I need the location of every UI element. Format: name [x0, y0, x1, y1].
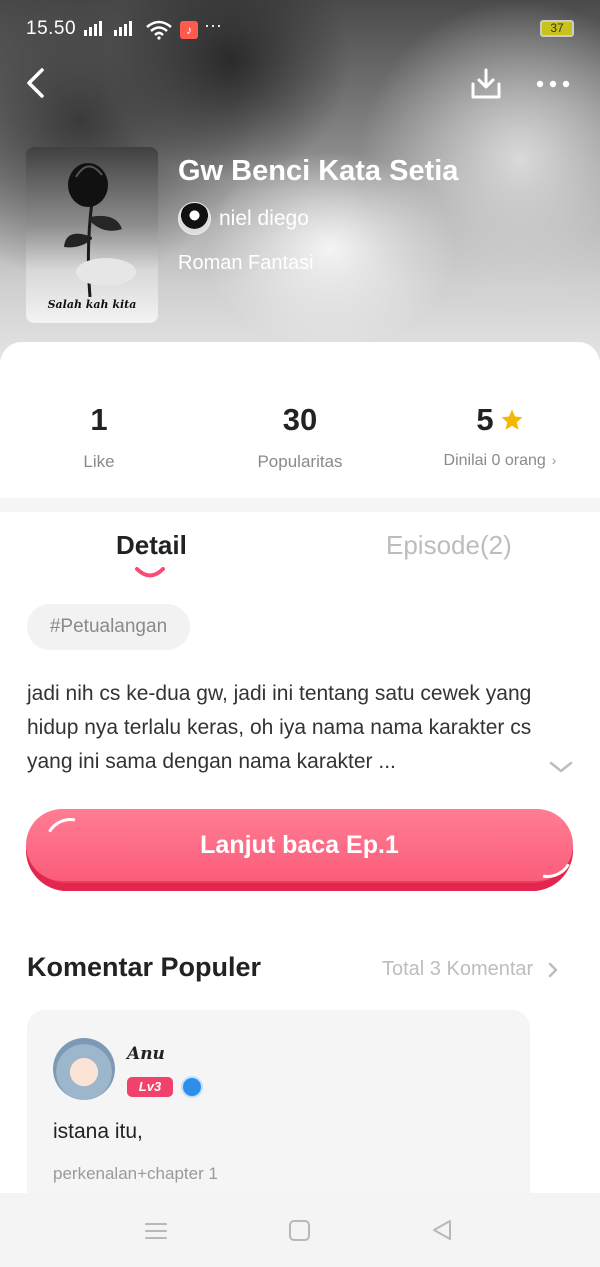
download-icon[interactable] — [468, 66, 504, 102]
verified-badge-icon — [181, 1076, 203, 1098]
author-name[interactable]: niel diego — [219, 207, 309, 231]
continue-reading-label: Lanjut baca Ep.1 — [26, 809, 573, 881]
comment-card[interactable]: Anu Lv3 istana itu, perkenalan+chapter 1 — [27, 1010, 530, 1210]
notification-more-icon: ··· — [204, 15, 222, 35]
like-label: Like — [83, 452, 115, 471]
home-icon[interactable] — [289, 1220, 310, 1241]
like-count: 1 — [90, 402, 108, 437]
comments-title: Komentar Populer — [27, 952, 262, 982]
author-row[interactable]: niel diego — [178, 202, 309, 235]
continue-reading-button[interactable]: Lanjut baca Ep.1 — [26, 809, 577, 891]
genre-label: Roman Fantasi — [178, 252, 314, 274]
stat-like: 1 Like — [60, 400, 138, 472]
music-app-icon: ♪ — [180, 21, 198, 39]
chevron-right-icon — [548, 962, 558, 977]
total-comments-link[interactable]: Total 3 Komentar — [382, 958, 559, 981]
comment-text: istana itu, — [53, 1120, 143, 1143]
popularity-count: 30 — [282, 402, 318, 437]
signal-icon — [84, 21, 102, 36]
tag-chip[interactable]: #Petualangan — [27, 604, 190, 650]
wifi-icon — [146, 20, 172, 40]
author-avatar[interactable] — [178, 202, 211, 235]
status-bar: 15.50 ♪ ··· 37 — [0, 0, 600, 60]
stat-rating[interactable]: 5 Dinilai 0 orang › — [430, 400, 570, 470]
rating-label-row[interactable]: Dinilai 0 orang › — [430, 452, 570, 470]
nav-back-icon[interactable] — [430, 1218, 454, 1242]
tab-indicator — [135, 567, 165, 578]
rose-illustration — [64, 163, 136, 298]
cover-caption: Salah kah kita — [47, 298, 137, 311]
popularity-label: Popularitas — [257, 452, 343, 471]
back-icon[interactable] — [22, 66, 52, 100]
stat-popularity: 30 Popularitas — [240, 400, 360, 472]
level-badge: Lv3 — [127, 1077, 173, 1097]
more-icon[interactable] — [534, 74, 572, 94]
star-icon — [501, 409, 523, 430]
recent-apps-icon[interactable] — [144, 1221, 168, 1241]
commenter-avatar[interactable] — [53, 1038, 115, 1100]
system-nav-bar — [0, 1193, 600, 1267]
total-comments-label: Total 3 Komentar — [382, 958, 534, 980]
book-title: Gw Benci Kata Setia — [178, 155, 459, 187]
signal-icon-2 — [114, 21, 132, 36]
status-time: 15.50 — [26, 18, 77, 39]
commenter-name[interactable]: Anu — [127, 1044, 165, 1064]
battery-icon: 37 — [540, 20, 574, 37]
comment-chapter[interactable]: perkenalan+chapter 1 — [53, 1164, 218, 1184]
chevron-right-icon: › — [551, 452, 557, 468]
tab-episode[interactable]: Episode(2) — [386, 530, 512, 561]
synopsis-text: jadi nih cs ke-dua gw, jadi ini tentang … — [27, 682, 532, 773]
rating-value: 5 — [476, 402, 494, 437]
book-cover[interactable]: Salah kah kita — [26, 147, 158, 323]
tab-detail[interactable]: Detail — [116, 530, 187, 561]
chevron-down-icon[interactable] — [548, 758, 574, 776]
section-divider — [0, 498, 600, 512]
rating-label: Dinilai 0 orang — [443, 452, 546, 469]
